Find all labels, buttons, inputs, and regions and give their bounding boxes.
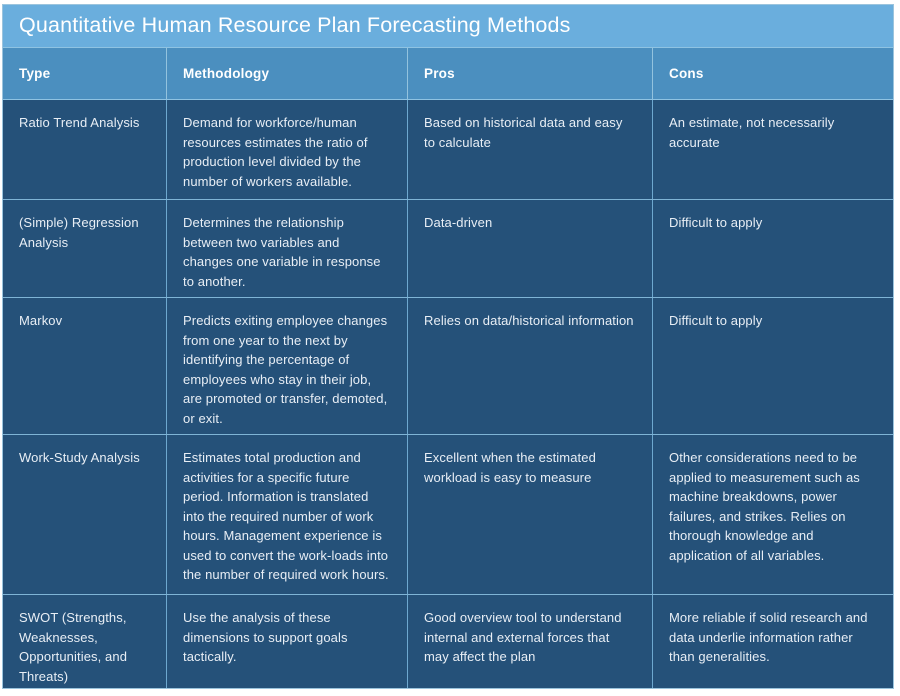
column-header-pros: Pros: [408, 48, 653, 99]
cell-pros: Relies on data/historical information: [408, 298, 653, 434]
cell-cons: Other considerations need to be applied …: [653, 435, 893, 594]
cell-methodology: Determines the relationship between two …: [167, 200, 408, 297]
cell-cons-text: Difficult to apply: [669, 313, 763, 328]
cell-cons: Difficult to apply: [653, 200, 893, 297]
column-header-type: Type: [3, 48, 167, 99]
cell-methodology-text: Estimates total production and activitie…: [183, 450, 389, 582]
cell-cons-text: Difficult to apply: [669, 215, 763, 230]
cell-type: Ratio Trend Analysis: [3, 100, 167, 199]
cell-type: Markov: [3, 298, 167, 434]
cell-type-text: SWOT (Strengths, Weaknesses, Opportuniti…: [19, 610, 128, 684]
cell-methodology-text: Predicts exiting employee changes from o…: [183, 313, 388, 426]
cell-type: Work-Study Analysis: [3, 435, 167, 594]
cell-pros-text: Data-driven: [424, 215, 493, 230]
table-row: Markov Predicts exiting employee changes…: [3, 298, 893, 435]
cell-type-text: (Simple) Regression Analysis: [19, 215, 139, 250]
column-header-methodology: Methodology: [167, 48, 408, 99]
table-header-row: Type Methodology Pros Cons: [3, 48, 893, 100]
cell-methodology: Demand for workforce/human resources est…: [167, 100, 408, 199]
column-header-cons: Cons: [653, 48, 893, 99]
column-header-pros-label: Pros: [424, 66, 455, 81]
cell-pros: Based on historical data and easy to cal…: [408, 100, 653, 199]
forecasting-methods-table: Quantitative Human Resource Plan Forecas…: [2, 4, 894, 689]
column-header-type-label: Type: [19, 66, 51, 81]
cell-methodology-text: Determines the relationship between two …: [183, 215, 381, 289]
cell-pros-text: Based on historical data and easy to cal…: [424, 115, 623, 150]
cell-type: (Simple) Regression Analysis: [3, 200, 167, 297]
cell-methodology-text: Use the analysis of these dimensions to …: [183, 610, 348, 664]
table-row: Ratio Trend Analysis Demand for workforc…: [3, 100, 893, 200]
table-grid: Type Methodology Pros Cons Ratio Trend A…: [3, 48, 893, 688]
cell-methodology-text: Demand for workforce/human resources est…: [183, 115, 368, 189]
cell-pros: Good overview tool to understand interna…: [408, 595, 653, 688]
table-row: (Simple) Regression Analysis Determines …: [3, 200, 893, 298]
table-row: SWOT (Strengths, Weaknesses, Opportuniti…: [3, 595, 893, 688]
cell-cons: More reliable if solid research and data…: [653, 595, 893, 688]
cell-pros-text: Good overview tool to understand interna…: [424, 610, 622, 664]
cell-methodology: Use the analysis of these dimensions to …: [167, 595, 408, 688]
cell-methodology: Predicts exiting employee changes from o…: [167, 298, 408, 434]
table-title-bar: Quantitative Human Resource Plan Forecas…: [3, 5, 893, 48]
cell-pros: Data-driven: [408, 200, 653, 297]
page-title: Quantitative Human Resource Plan Forecas…: [19, 13, 571, 38]
cell-pros: Excellent when the estimated workload is…: [408, 435, 653, 594]
cell-cons-text: More reliable if solid research and data…: [669, 610, 868, 664]
cell-pros-text: Excellent when the estimated workload is…: [424, 450, 596, 485]
cell-cons: Difficult to apply: [653, 298, 893, 434]
column-header-methodology-label: Methodology: [183, 66, 270, 81]
cell-cons-text: Other considerations need to be applied …: [669, 450, 860, 563]
cell-type-text: Ratio Trend Analysis: [19, 115, 140, 130]
column-header-cons-label: Cons: [669, 66, 704, 81]
cell-cons: An estimate, not necessarily accurate: [653, 100, 893, 199]
table-row: Work-Study Analysis Estimates total prod…: [3, 435, 893, 595]
cell-pros-text: Relies on data/historical information: [424, 313, 634, 328]
cell-methodology: Estimates total production and activitie…: [167, 435, 408, 594]
cell-type: SWOT (Strengths, Weaknesses, Opportuniti…: [3, 595, 167, 688]
cell-type-text: Markov: [19, 313, 63, 328]
cell-cons-text: An estimate, not necessarily accurate: [669, 115, 835, 150]
cell-type-text: Work-Study Analysis: [19, 450, 140, 465]
